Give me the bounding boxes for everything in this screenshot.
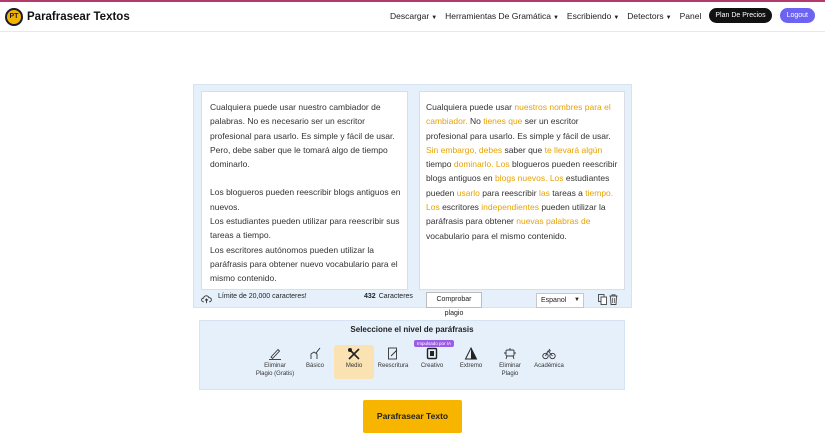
char-limit-label: Límite de 20,000 caracteres! bbox=[218, 293, 307, 300]
input-text-area[interactable]: Cualquiera puede usar nuestro cambiador … bbox=[201, 91, 408, 290]
changed-phrase[interactable]: tienes que bbox=[483, 116, 522, 126]
nav-herramientas[interactable]: Herramientas De Gramática ▼ bbox=[445, 11, 559, 21]
output-segment: Cualquiera puede usar bbox=[426, 102, 515, 112]
brand-name[interactable]: Parafrasear Textos bbox=[27, 11, 130, 23]
pen-icon bbox=[269, 348, 281, 360]
hand-pen-icon bbox=[310, 347, 321, 359]
nav-links: Descargar ▼ Herramientas De Gramática ▼ Es… bbox=[390, 8, 815, 23]
paraphrase-workspace: Cualquiera puede usar nuestro cambiador … bbox=[193, 84, 632, 317]
nav-panel[interactable]: Panel bbox=[680, 11, 702, 21]
level-creativo[interactable]: Creativo bbox=[412, 345, 452, 371]
level-eliminar-plagio-gratis[interactable]: Eliminar Plagio (Gratis) bbox=[255, 345, 295, 378]
check-plagiarism-button[interactable]: Comprobar plagio bbox=[426, 292, 482, 317]
paraphrase-level-panel: Seleccione el nivel de paráfrasis Impuls… bbox=[199, 320, 625, 390]
chevron-down-icon: ▼ bbox=[574, 297, 580, 303]
crossed-tools-icon bbox=[348, 348, 360, 360]
char-count: 432 Caracteres bbox=[364, 293, 413, 300]
nav-escribiendo[interactable]: Escribiendo ▼ bbox=[567, 11, 619, 21]
logout-button[interactable]: Logout bbox=[779, 8, 815, 23]
level-extremo[interactable]: Extremo bbox=[451, 345, 491, 371]
output-segment: vocabulario para el mismo contenido. bbox=[426, 230, 567, 241]
robot-icon bbox=[504, 348, 516, 360]
output-segment: tareas a bbox=[549, 187, 586, 198]
output-segment: tiempo bbox=[426, 159, 454, 170]
input-paragraph: Los estudiantes pueden utilizar para ree… bbox=[210, 216, 400, 241]
input-paragraph: Los blogueros pueden reescribir blogs an… bbox=[210, 187, 401, 212]
output-segment: No bbox=[467, 116, 484, 127]
input-paragraph: Cualquiera puede usar nuestro cambiador … bbox=[210, 102, 395, 170]
document-pen-icon bbox=[388, 347, 398, 360]
level-eliminar-plagio[interactable]: Eliminar Plagio bbox=[490, 345, 530, 378]
output-segment: escritores bbox=[439, 202, 482, 213]
changed-phrase[interactable]: las bbox=[539, 188, 550, 198]
language-select[interactable]: Espanol ▼ bbox=[536, 293, 584, 308]
level-medio[interactable]: Medio bbox=[334, 345, 374, 379]
pricing-plan-button[interactable]: Plan De Precios bbox=[709, 8, 772, 23]
input-paragraph: Los escritores autónomos pueden utilizar… bbox=[210, 244, 398, 284]
changed-phrase[interactable]: blogs nuevos. Los bbox=[495, 173, 564, 183]
changed-phrase[interactable]: usarlo bbox=[457, 188, 480, 198]
bicycle-icon bbox=[542, 348, 556, 360]
level-panel-title: Seleccione el nivel de paráfrasis bbox=[350, 325, 474, 334]
pyramid-icon bbox=[464, 347, 478, 360]
level-reescritura[interactable]: Reescritura bbox=[373, 345, 413, 371]
paraphrase-text-button[interactable]: Parafrasear Texto bbox=[363, 400, 462, 433]
navbar: PT Parafrasear Textos Descargar ▼ Herrami… bbox=[0, 2, 825, 32]
creative-chip-icon bbox=[426, 347, 438, 360]
trash-icon[interactable] bbox=[609, 294, 618, 305]
upload-cloud-icon[interactable] bbox=[201, 294, 212, 304]
output-segment: saber que bbox=[502, 144, 545, 155]
nav-detectors[interactable]: Detectors ▼ bbox=[627, 11, 671, 21]
changed-phrase[interactable]: dominarlo. Los bbox=[454, 159, 510, 169]
nav-descargar[interactable]: Descargar ▼ bbox=[390, 11, 437, 21]
changed-phrase[interactable]: nuevas palabras de bbox=[516, 216, 590, 226]
copy-icon[interactable] bbox=[598, 294, 607, 305]
output-text-area[interactable]: Cualquiera puede usar nuestros nombres p… bbox=[419, 91, 625, 290]
output-text: Cualquiera puede usar nuestros nombres p… bbox=[426, 100, 618, 243]
changed-phrase[interactable]: independientes bbox=[481, 202, 539, 212]
brand-logo[interactable]: PT bbox=[5, 8, 23, 26]
changed-phrase[interactable]: Sin embargo, debes bbox=[426, 145, 502, 155]
level-academica[interactable]: Académica bbox=[529, 345, 569, 371]
output-segment: para reescribir bbox=[479, 187, 539, 198]
changed-phrase[interactable]: te llevará algún bbox=[545, 145, 603, 155]
level-basico[interactable]: Básico bbox=[295, 345, 335, 371]
